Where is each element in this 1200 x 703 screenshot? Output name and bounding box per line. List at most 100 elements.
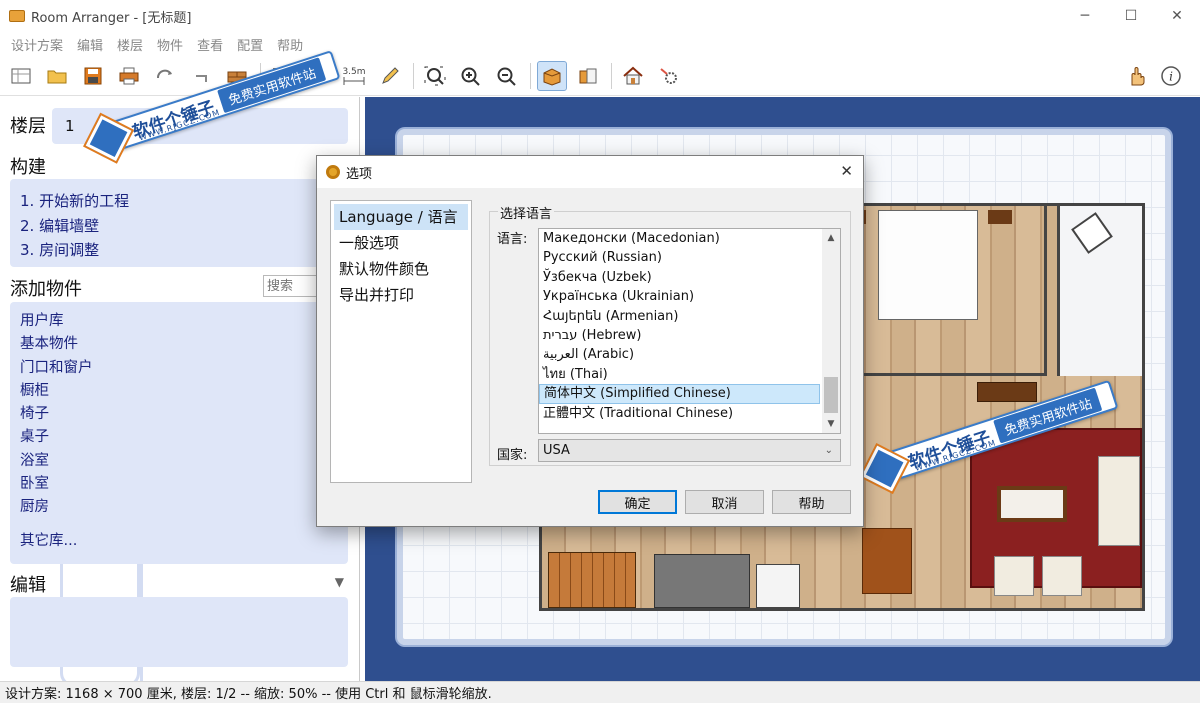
language-option[interactable]: 正體中文 (Traditional Chinese) (539, 404, 820, 423)
help-button[interactable]: 帮助 (772, 490, 851, 514)
svg-text:i: i (1169, 70, 1173, 84)
category-bedroom[interactable]: 卧室> (20, 473, 338, 496)
language-option[interactable]: ไทย (Thai) (539, 365, 820, 384)
menu-edit[interactable]: 编辑 (70, 35, 110, 54)
chevron-down-icon: ⌄ (824, 445, 833, 456)
scroll-down-icon[interactable]: ▼ (822, 415, 840, 433)
nav-default-colors[interactable]: 默认物件颜色 (334, 256, 468, 282)
zoom-fit-icon[interactable] (420, 61, 450, 91)
menu-config[interactable]: 配置 (230, 35, 270, 54)
left-panel: 楼层 1 构建 1. 开始新的工程 2. 编辑墙壁 3. 房间调整 添加物件 用… (0, 97, 360, 681)
close-button[interactable]: ✕ (1154, 0, 1200, 32)
menu-design[interactable]: 设计方案 (4, 35, 70, 54)
kitchen-counter (654, 554, 750, 608)
other-libraries-link[interactable]: 其它库... (20, 530, 338, 553)
toolbar-separator (413, 62, 414, 89)
language-label: 语言: (497, 232, 528, 247)
new-icon[interactable] (6, 61, 36, 91)
options-nav-list: Language / 语言 一般选项 默认物件颜色 导出并打印 (330, 200, 472, 483)
nav-language[interactable]: Language / 语言 (334, 204, 468, 230)
status-bar: 设计方案: 1168 × 700 厘米, 楼层: 1/2 -- 缩放: 50% … (0, 681, 1200, 703)
menu-object[interactable]: 物件 (150, 35, 190, 54)
maximize-button[interactable]: ☐ (1108, 0, 1154, 32)
measure-label: 3.5m (342, 66, 366, 77)
house-icon[interactable] (618, 61, 648, 91)
category-tables[interactable]: 桌子> (20, 426, 338, 449)
category-doors-windows[interactable]: 门口和窗户> (20, 357, 338, 380)
options-dialog: 选项 ✕ Language / 语言 一般选项 默认物件颜色 导出并打印 选择语… (316, 155, 864, 527)
edit-heading: 编辑 (10, 575, 46, 596)
hand-icon[interactable] (1120, 61, 1150, 91)
country-label: 国家: (497, 448, 528, 463)
other-libraries-label: 其它库... (20, 532, 78, 549)
menu-floor[interactable]: 楼层 (110, 35, 150, 54)
category-user-library[interactable]: 用户库> (20, 310, 338, 333)
dialog-title-bar: 选项 ✕ (317, 156, 863, 188)
language-option[interactable]: Українська (Ukrainian) (539, 287, 820, 306)
language-option[interactable]: العربية (Arabic) (539, 345, 820, 364)
nav-general[interactable]: 一般选项 (334, 230, 468, 256)
dialog-title: 选项 (346, 166, 373, 182)
print-icon[interactable] (114, 61, 144, 91)
draw-icon[interactable] (375, 61, 405, 91)
tools-icon[interactable] (654, 61, 684, 91)
zoom-out-icon[interactable] (492, 61, 522, 91)
category-chairs[interactable]: 椅子> (20, 403, 338, 426)
status-text: 设计方案: 1168 × 700 厘米, 楼层: 1/2 -- 缩放: 50% … (5, 687, 492, 702)
country-value: USA (543, 443, 570, 458)
category-label: 橱柜 (20, 382, 49, 399)
build-step-edit-walls[interactable]: 2. 编辑墙壁 (20, 214, 338, 239)
category-kitchen[interactable]: 厨房> (20, 496, 338, 519)
category-label: 厨房 (20, 499, 49, 516)
country-select[interactable]: USA ⌄ (538, 439, 841, 462)
toolbar-separator (530, 62, 531, 89)
floor-value: 1 (65, 117, 75, 135)
view-2d-icon[interactable] (537, 60, 567, 91)
stairs (548, 552, 636, 608)
info-icon[interactable]: i (1156, 61, 1186, 91)
view-3d-icon[interactable] (573, 61, 603, 91)
title-bar: Room Arranger - [无标题] ─ ☐ ✕ (0, 0, 1200, 32)
bed (878, 210, 978, 320)
category-cabinets[interactable]: 橱柜> (20, 380, 338, 403)
language-option[interactable]: Ўзбекча (Uzbek) (539, 268, 820, 287)
armchair (994, 556, 1034, 596)
scroll-up-icon[interactable]: ▲ (822, 229, 840, 247)
nav-export-print[interactable]: 导出并打印 (334, 282, 468, 308)
category-label: 基本物件 (20, 336, 78, 353)
language-option-selected[interactable]: 简体中文 (Simplified Chinese) (539, 384, 820, 404)
build-step-room-adjust[interactable]: 3. 房间调整 (20, 238, 338, 263)
dialog-close-button[interactable]: ✕ (840, 162, 853, 180)
open-icon[interactable] (42, 61, 72, 91)
collapse-icon[interactable]: ▼ (335, 575, 344, 589)
ok-button[interactable]: 确定 (598, 490, 677, 514)
dining-table (862, 528, 912, 594)
build-step-new-project[interactable]: 1. 开始新的工程 (20, 189, 338, 214)
add-objects-heading: 添加物件 (10, 279, 82, 300)
save-icon[interactable] (78, 61, 108, 91)
undo-icon[interactable] (186, 61, 216, 91)
app-icon (9, 10, 25, 22)
language-scrollbar[interactable]: ▲ ▼ (822, 229, 840, 433)
minimize-button[interactable]: ─ (1062, 0, 1108, 32)
build-heading: 构建 (10, 157, 46, 178)
measure-icon[interactable]: 3.5m (339, 61, 369, 91)
rotate-icon[interactable] (150, 61, 180, 91)
language-option[interactable]: Հայերեն (Armenian) (539, 307, 820, 326)
category-basic-objects[interactable]: 基本物件> (20, 333, 338, 356)
language-option[interactable]: Русский (Russian) (539, 248, 820, 267)
edit-section-header[interactable]: 编辑 ▼ (10, 571, 348, 597)
menu-help[interactable]: 帮助 (270, 35, 310, 54)
language-listbox[interactable]: Македонски (Macedonian) Русский (Russian… (538, 228, 841, 434)
kitchen-sink (756, 564, 800, 608)
cancel-button[interactable]: 取消 (685, 490, 764, 514)
language-option[interactable]: Македонски (Macedonian) (539, 229, 820, 248)
scroll-thumb[interactable] (824, 377, 838, 413)
menu-view[interactable]: 查看 (190, 35, 230, 54)
category-bathroom[interactable]: 浴室> (20, 450, 338, 473)
language-option[interactable]: עברית (Hebrew) (539, 326, 820, 345)
group-caption: 选择语言 (498, 203, 555, 222)
category-label: 门口和窗户 (20, 359, 93, 376)
zoom-in-icon[interactable] (456, 61, 486, 91)
category-label: 浴室 (20, 452, 49, 469)
